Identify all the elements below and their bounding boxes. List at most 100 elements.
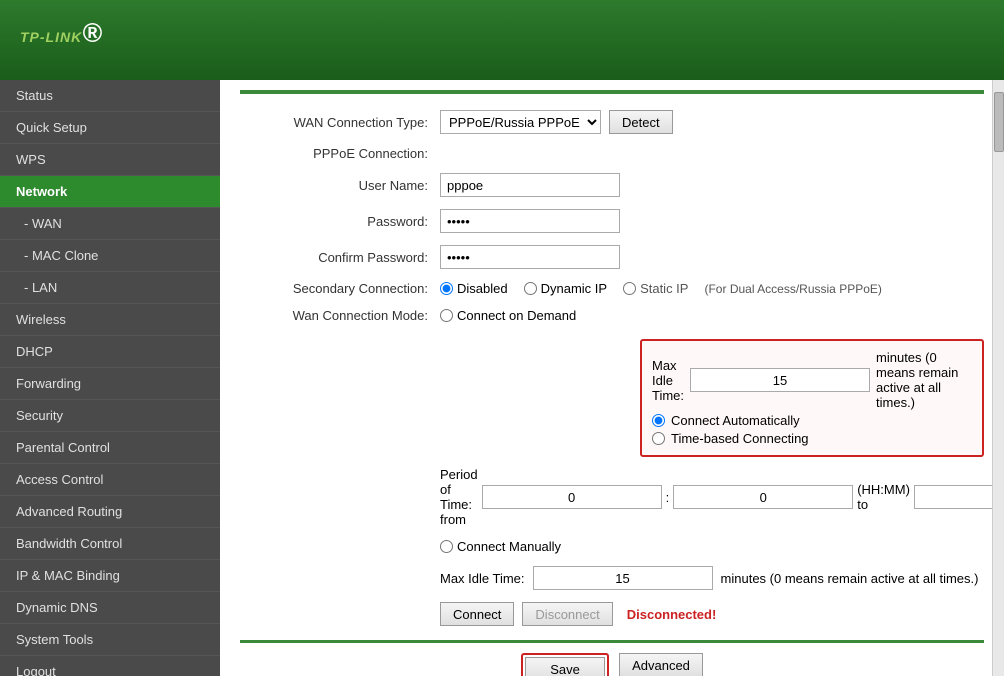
confirm-password-label: Confirm Password:	[240, 250, 440, 265]
dynamic-ip-label: Dynamic IP	[541, 281, 607, 296]
sidebar-item-wan[interactable]: - WAN	[0, 208, 220, 240]
sidebar-item-dynamic-dns[interactable]: Dynamic DNS	[0, 592, 220, 624]
sidebar-item-wps[interactable]: WPS	[0, 144, 220, 176]
sidebar-item-forwarding[interactable]: Forwarding	[0, 368, 220, 400]
username-row: User Name:	[240, 173, 984, 197]
period-of-time-control: Period of Time: from : (HH:MM) to : (HH:…	[440, 467, 1004, 527]
advanced-button[interactable]: Advanced	[619, 653, 703, 676]
header: TP-LINK®	[0, 0, 1004, 80]
disconnected-status: Disconnected!	[627, 607, 717, 622]
static-ip-radio[interactable]	[623, 282, 636, 295]
connect-on-demand-radio[interactable]	[440, 309, 453, 322]
wan-connection-type-label: WAN Connection Type:	[240, 115, 440, 130]
colon1: :	[666, 490, 670, 505]
wan-connection-mode-row: Wan Connection Mode: Connect on Demand	[240, 308, 984, 323]
logo-text: TP-LINK	[20, 29, 82, 45]
sidebar-item-logout[interactable]: Logout	[0, 656, 220, 676]
from-hh-input[interactable]	[482, 485, 662, 509]
password-control	[440, 209, 620, 233]
sidebar-item-mac-clone[interactable]: - MAC Clone	[0, 240, 220, 272]
max-idle-control2: Max Idle Time: minutes (0 means remain a…	[440, 566, 978, 590]
connect-manually-label: Connect Manually	[457, 539, 561, 554]
max-idle-minutes-label: minutes (0 means remain active at all ti…	[876, 350, 972, 410]
sidebar-item-wireless[interactable]: Wireless	[0, 304, 220, 336]
save-button[interactable]: Save	[525, 657, 605, 676]
logo: TP-LINK®	[20, 18, 103, 62]
connect-manually-radio[interactable]	[440, 540, 453, 553]
max-idle-label: Max Idle Time:	[652, 358, 684, 403]
confirm-password-row: Confirm Password:	[240, 245, 984, 269]
connect-automatically-radio[interactable]	[652, 414, 665, 427]
pppoe-connection-row: PPPoE Connection:	[240, 146, 984, 161]
period-label: Period of Time: from	[440, 467, 478, 527]
sidebar-item-network[interactable]: Network	[0, 176, 220, 208]
sidebar-item-security[interactable]: Security	[0, 400, 220, 432]
disconnect-button[interactable]: Disconnect	[522, 602, 612, 626]
top-divider	[240, 90, 984, 94]
confirm-password-input[interactable]	[440, 245, 620, 269]
secondary-connection-control: Disabled Dynamic IP Static IP (For Dual …	[440, 281, 882, 296]
period-of-time-row: Period of Time: from : (HH:MM) to : (HH:…	[240, 467, 984, 527]
connect-on-demand-option[interactable]: Connect on Demand	[440, 308, 576, 323]
sidebar-item-access-control[interactable]: Access Control	[0, 464, 220, 496]
sidebar-item-system-tools[interactable]: System Tools	[0, 624, 220, 656]
sidebar-item-bandwidth-control[interactable]: Bandwidth Control	[0, 528, 220, 560]
sidebar-item-parental-control[interactable]: Parental Control	[0, 432, 220, 464]
sidebar-item-advanced-routing[interactable]: Advanced Routing	[0, 496, 220, 528]
sidebar-item-status[interactable]: Status	[0, 80, 220, 112]
wan-connection-mode-control: Connect on Demand	[440, 308, 576, 323]
dynamic-ip-radio[interactable]	[524, 282, 537, 295]
max-idle-input[interactable]	[690, 368, 870, 392]
max-idle-input2[interactable]	[533, 566, 713, 590]
wan-connection-mode-label: Wan Connection Mode:	[240, 308, 440, 323]
max-idle-minutes-label2: minutes (0 means remain active at all ti…	[721, 571, 979, 586]
logo-sup: ®	[82, 18, 103, 48]
content-area: WAN Connection Type: PPPoE/Russia PPPoE …	[220, 80, 1004, 676]
wan-connection-type-row: WAN Connection Type: PPPoE/Russia PPPoE …	[240, 110, 984, 134]
connect-buttons-row: Connect Disconnect Disconnected!	[240, 602, 984, 626]
for-dual-label: (For Dual Access/Russia PPPoE)	[704, 282, 881, 296]
username-input[interactable]	[440, 173, 620, 197]
connect-automatically-label: Connect Automatically	[671, 413, 800, 428]
wan-connection-type-select[interactable]: PPPoE/Russia PPPoE	[440, 110, 601, 134]
highlighted-section: Max Idle Time: minutes (0 means remain a…	[440, 335, 984, 461]
bottom-buttons: Save Advanced	[240, 653, 984, 676]
sidebar-item-quick-setup[interactable]: Quick Setup	[0, 112, 220, 144]
sidebar: StatusQuick SetupWPSNetwork- WAN- MAC Cl…	[0, 80, 220, 676]
hhmm-label1: (HH:MM) to	[857, 482, 910, 512]
confirm-password-control	[440, 245, 620, 269]
static-ip-label: Static IP	[640, 281, 688, 296]
disabled-option[interactable]: Disabled	[440, 281, 508, 296]
bottom-divider	[240, 640, 984, 643]
sidebar-item-dhcp[interactable]: DHCP	[0, 336, 220, 368]
pppoe-connection-label: PPPoE Connection:	[240, 146, 440, 161]
connect-manually-row: Connect Manually	[240, 539, 984, 554]
to-hh-input[interactable]	[914, 485, 1004, 509]
dynamic-ip-option[interactable]: Dynamic IP	[524, 281, 607, 296]
scroll-thumb[interactable]	[994, 92, 1004, 152]
username-label: User Name:	[240, 178, 440, 193]
scrollbar[interactable]	[992, 80, 1004, 676]
connect-automatically-row: Connect Automatically	[652, 413, 972, 428]
secondary-connection-row: Secondary Connection: Disabled Dynamic I…	[240, 281, 984, 296]
connect-button[interactable]: Connect	[440, 602, 514, 626]
max-idle-label2: Max Idle Time:	[440, 571, 525, 586]
detect-button[interactable]: Detect	[609, 110, 673, 134]
main-container: StatusQuick SetupWPSNetwork- WAN- MAC Cl…	[0, 80, 1004, 676]
from-mm-input[interactable]	[673, 485, 853, 509]
disabled-label: Disabled	[457, 281, 508, 296]
sidebar-item-ip-mac-binding[interactable]: IP & MAC Binding	[0, 560, 220, 592]
disabled-radio[interactable]	[440, 282, 453, 295]
password-label: Password:	[240, 214, 440, 229]
static-ip-option[interactable]: Static IP	[623, 281, 688, 296]
sidebar-item-lan[interactable]: - LAN	[0, 272, 220, 304]
connect-manually-option[interactable]: Connect Manually	[440, 539, 561, 554]
save-btn-box: Save	[521, 653, 609, 676]
time-based-radio[interactable]	[652, 432, 665, 445]
password-row: Password:	[240, 209, 984, 233]
connect-manually-control: Connect Manually	[440, 539, 561, 554]
password-input[interactable]	[440, 209, 620, 233]
secondary-connection-label: Secondary Connection:	[240, 281, 440, 296]
connect-buttons-control: Connect Disconnect Disconnected!	[440, 602, 716, 626]
time-based-row: Time-based Connecting	[652, 431, 972, 446]
